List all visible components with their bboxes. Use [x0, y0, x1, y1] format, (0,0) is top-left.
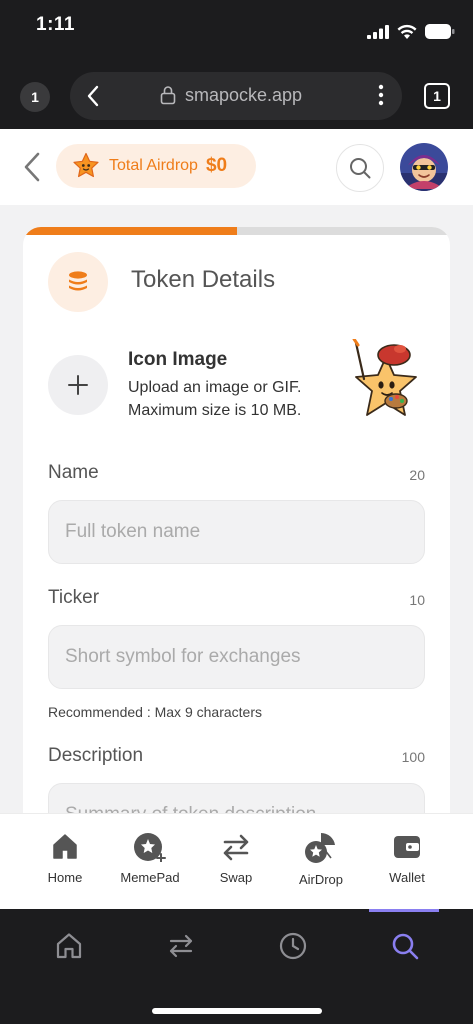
- lock-icon: [160, 86, 176, 105]
- nav-label-wallet: Wallet: [389, 870, 425, 885]
- ticker-label: Ticker: [48, 587, 100, 608]
- memepad-icon: [134, 833, 166, 862]
- home-indicator: [152, 1008, 322, 1014]
- progress-fill: [23, 227, 237, 235]
- browser-back-icon[interactable]: [86, 85, 100, 107]
- nav-label-airdrop: AirDrop: [298, 872, 344, 887]
- icon-image-desc-line1: Upload an image or GIF.: [128, 379, 302, 396]
- url-text[interactable]: smapocke.app: [185, 85, 302, 106]
- nav-label-home: Home: [47, 870, 83, 885]
- section-title: Token Details: [131, 266, 276, 293]
- coins-icon: [69, 271, 87, 291]
- status-icons: [367, 24, 455, 39]
- system-history-icon[interactable]: [278, 931, 308, 961]
- wifi-icon: [397, 24, 417, 39]
- icon-image-title: Icon Image: [128, 349, 228, 370]
- description-max-count: 100: [401, 749, 425, 765]
- app-header: Total Airdrop $0: [0, 129, 473, 205]
- system-search-icon[interactable]: [390, 931, 420, 961]
- plus-icon: [68, 375, 88, 395]
- swap-icon: [223, 834, 249, 861]
- total-airdrop-badge[interactable]: Total Airdrop $0: [56, 144, 256, 188]
- name-input[interactable]: [48, 500, 425, 564]
- airdrop-value: $0: [205, 155, 228, 176]
- star-painter-mascot-icon: [352, 339, 417, 416]
- signal-icon: [367, 24, 389, 39]
- airdrop-label: Total Airdrop: [109, 157, 198, 174]
- avatar-image: [400, 143, 448, 191]
- address-bar[interactable]: smapocke.app: [70, 72, 402, 120]
- main-content: Token Details Icon Image Upload an image…: [0, 205, 473, 813]
- icon-image-description: Upload an image or GIF. Maximum size is …: [128, 376, 368, 422]
- ticker-input[interactable]: [48, 625, 425, 689]
- back-icon[interactable]: [22, 151, 42, 183]
- ticker-hint: Recommended : Max 9 characters: [48, 704, 262, 720]
- star-mascot-icon: [73, 152, 99, 178]
- system-home-icon[interactable]: [54, 931, 84, 961]
- status-time: 1:11: [36, 14, 75, 35]
- upload-icon-button[interactable]: [48, 355, 108, 415]
- name-max-count: 20: [409, 467, 425, 483]
- name-label: Name: [48, 462, 99, 483]
- nav-label-swap: Swap: [219, 870, 253, 885]
- nav-item-wallet[interactable]: Wallet: [367, 832, 447, 885]
- bottom-nav: Home MemePad Swap AirDrop Wallet: [0, 813, 473, 909]
- nav-label-memepad: MemePad: [120, 870, 180, 885]
- coins-icon-badge: [48, 252, 108, 312]
- more-vertical-icon[interactable]: [378, 84, 384, 106]
- nav-item-memepad[interactable]: MemePad: [110, 832, 190, 885]
- tabs-button[interactable]: 1: [424, 83, 450, 109]
- icon-image-desc-line2: Maximum size is 10 MB.: [128, 402, 302, 419]
- token-details-card: Token Details Icon Image Upload an image…: [23, 227, 450, 813]
- search-icon: [350, 158, 371, 179]
- status-bar: 1:11: [0, 0, 473, 62]
- search-button[interactable]: [336, 144, 384, 192]
- browser-toolbar: 1 smapocke.app 1: [0, 62, 473, 129]
- description-input[interactable]: [48, 783, 425, 813]
- home-icon: [53, 834, 77, 859]
- wallet-icon: [394, 836, 420, 858]
- avatar[interactable]: [400, 143, 448, 191]
- nav-item-home[interactable]: Home: [25, 832, 105, 885]
- nav-item-swap[interactable]: Swap: [196, 832, 276, 885]
- description-label: Description: [48, 745, 144, 766]
- nav-item-airdrop[interactable]: AirDrop: [281, 832, 361, 887]
- active-tab-indicator: [369, 909, 439, 912]
- progress-bar: [23, 227, 450, 235]
- ticker-max-count: 10: [409, 592, 425, 608]
- airdrop-icon: [305, 832, 335, 863]
- battery-icon: [425, 24, 455, 39]
- system-swap-icon[interactable]: [166, 931, 196, 961]
- system-navigation-bar: [0, 909, 473, 1024]
- tab-group-badge[interactable]: 1: [20, 82, 50, 112]
